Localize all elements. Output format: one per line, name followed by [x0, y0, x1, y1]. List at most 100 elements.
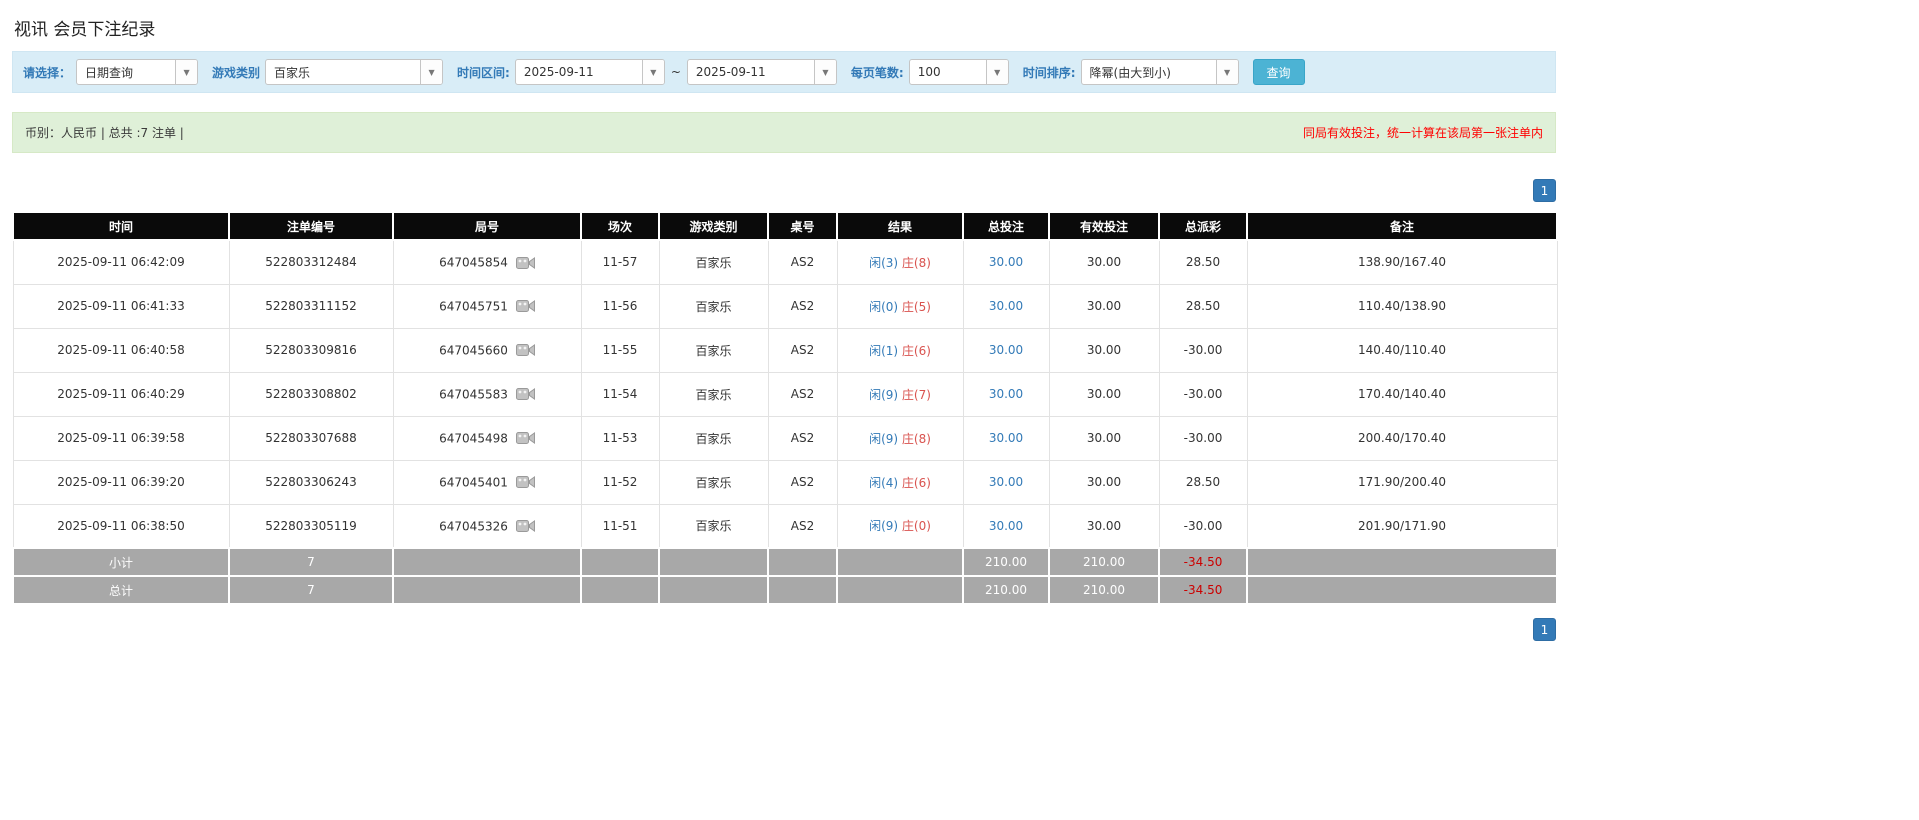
page-size-select[interactable]: 100 ▼ — [908, 59, 1009, 85]
game-type-group: 游戏类别 百家乐 ▼ — [212, 59, 444, 85]
note-cell: 138.90/167.40 — [1246, 239, 1558, 285]
pagination-bottom: 1 — [12, 618, 1556, 641]
round-id-value: 647045498 — [439, 431, 508, 446]
video-replay-icon[interactable] — [515, 387, 535, 401]
session-cell: 11-51 — [580, 503, 660, 549]
payout-cell: -30.00 — [1158, 503, 1248, 549]
summary-cell: 210.00 — [1048, 547, 1160, 577]
game-type-cell: 百家乐 — [658, 327, 769, 373]
summary-cell: 7 — [228, 575, 394, 605]
page-size-label: 每页笔数: — [850, 65, 904, 80]
video-replay-icon[interactable] — [515, 475, 535, 489]
column-header: 桌号 — [767, 211, 838, 241]
table-no-cell: AS2 — [767, 503, 838, 549]
game-type-cell: 百家乐 — [658, 239, 769, 285]
payout-cell: 28.50 — [1158, 239, 1248, 285]
summary-cell: 210.00 — [962, 575, 1050, 605]
date-range-label: 时间区间: — [457, 65, 510, 80]
column-header: 时间 — [12, 211, 230, 241]
bet-id-cell: 522803305119 — [228, 503, 394, 549]
table-body: 2025-09-11 06:42:09 522803312484 647045854… — [12, 239, 1558, 549]
summary-cell — [580, 547, 660, 577]
game-type-cell: 百家乐 — [658, 415, 769, 461]
chevron-down-icon[interactable]: ▼ — [420, 60, 443, 84]
payout-cell: -30.00 — [1158, 327, 1248, 373]
sort-select[interactable]: 降幂(由大到小) ▼ — [1080, 59, 1239, 85]
payout-cell: -30.00 — [1158, 415, 1248, 461]
result-banker: 庄(6) — [901, 343, 931, 358]
game-type-select[interactable]: 百家乐 ▼ — [265, 59, 444, 85]
chevron-down-icon[interactable]: ▼ — [641, 60, 664, 84]
date-to-value: 2025-09-11 — [695, 65, 766, 79]
table-row: 2025-09-11 06:38:50 522803305119 647045326… — [12, 503, 1558, 549]
bet-id-cell: 522803306243 — [228, 459, 394, 505]
table-footer: 小计 7 210.00 210.00 -34.50 总计 7 210.00 210.00 -34.… — [12, 547, 1558, 605]
summary-cell — [580, 575, 660, 605]
result-cell: 闲(4) 庄(6) — [836, 459, 964, 505]
session-cell: 11-54 — [580, 371, 660, 417]
video-replay-icon[interactable] — [515, 431, 535, 445]
total-bet-link[interactable]: 30.00 — [989, 475, 1023, 489]
video-replay-icon[interactable] — [515, 343, 535, 357]
video-replay-icon[interactable] — [515, 519, 535, 533]
summary-cell — [392, 575, 582, 605]
filter-bar: 请选择： 日期查询 ▼ 游戏类别 百家乐 ▼ 时间区间: 2025-09-11 … — [12, 51, 1556, 93]
query-type-group: 请选择： 日期查询 ▼ — [23, 59, 199, 85]
result-banker: 庄(8) — [901, 431, 931, 446]
table-row: 2025-09-11 06:39:58 522803307688 647045498… — [12, 415, 1558, 461]
summary-cell — [767, 547, 838, 577]
total-bet-link[interactable]: 30.00 — [989, 387, 1023, 401]
video-replay-icon[interactable] — [515, 256, 535, 270]
page-size-value: 100 — [917, 65, 941, 79]
page-button-1[interactable]: 1 — [1533, 618, 1556, 641]
payout-cell: 28.50 — [1158, 459, 1248, 505]
date-to-select[interactable]: 2025-09-11 ▼ — [686, 59, 837, 85]
round-id-value: 647045583 — [439, 387, 508, 402]
column-header: 总投注 — [962, 211, 1050, 241]
total-bet-link[interactable]: 30.00 — [989, 343, 1023, 357]
table-no-cell: AS2 — [767, 327, 838, 373]
chevron-down-icon[interactable]: ▼ — [175, 60, 198, 84]
chevron-down-icon[interactable]: ▼ — [1215, 60, 1238, 84]
sort-value: 降幂(由大到小) — [1089, 65, 1171, 80]
summary-cell: 总计 — [12, 575, 230, 605]
page-title: 视讯 会员下注纪录 — [14, 20, 156, 40]
total-bet-cell: 30.00 — [962, 371, 1050, 417]
table-no-cell: AS2 — [767, 459, 838, 505]
table-no-cell: AS2 — [767, 239, 838, 285]
search-button[interactable]: 查询 — [1252, 59, 1305, 85]
total-bet-link[interactable]: 30.00 — [989, 431, 1023, 445]
video-replay-icon[interactable] — [515, 299, 535, 313]
payout-cell: -30.00 — [1158, 371, 1248, 417]
column-header: 备注 — [1246, 211, 1558, 241]
query-type-select[interactable]: 日期查询 ▼ — [76, 59, 199, 85]
summary-cell — [658, 547, 769, 577]
summary-cell: -34.50 — [1158, 575, 1248, 605]
table-no-cell: AS2 — [767, 283, 838, 329]
valid-bet-cell: 30.00 — [1048, 239, 1160, 285]
summary-cell — [836, 575, 964, 605]
note-cell: 170.40/140.40 — [1246, 371, 1558, 417]
bet-records-table: 时间 注单编号 局号 场次 游戏类别 桌号 结果 总投注 有效投注 总派彩 备注 2025-09-1… — [12, 211, 1558, 605]
summary-cell: 7 — [228, 547, 394, 577]
result-cell: 闲(9) 庄(0) — [836, 503, 964, 549]
column-header: 有效投注 — [1048, 211, 1160, 241]
column-header: 场次 — [580, 211, 660, 241]
session-cell: 11-53 — [580, 415, 660, 461]
page-button-1[interactable]: 1 — [1533, 179, 1556, 202]
date-from-select[interactable]: 2025-09-11 ▼ — [514, 59, 665, 85]
chevron-down-icon[interactable]: ▼ — [813, 60, 836, 84]
summary-cell — [1246, 547, 1558, 577]
summary-cell — [392, 547, 582, 577]
summary-cell — [836, 547, 964, 577]
total-bet-link[interactable]: 30.00 — [989, 299, 1023, 313]
subtotal-row: 小计 7 210.00 210.00 -34.50 — [12, 547, 1558, 577]
total-bet-link[interactable]: 30.00 — [989, 255, 1023, 269]
round-id-value: 647045401 — [439, 475, 508, 490]
summary-text: 币别：人民币 | 总共 :7 注单 | — [25, 126, 184, 140]
summary-cell — [658, 575, 769, 605]
time-cell: 2025-09-11 06:38:50 — [12, 503, 230, 549]
total-bet-link[interactable]: 30.00 — [989, 519, 1023, 533]
table-no-cell: AS2 — [767, 415, 838, 461]
chevron-down-icon[interactable]: ▼ — [985, 60, 1008, 84]
